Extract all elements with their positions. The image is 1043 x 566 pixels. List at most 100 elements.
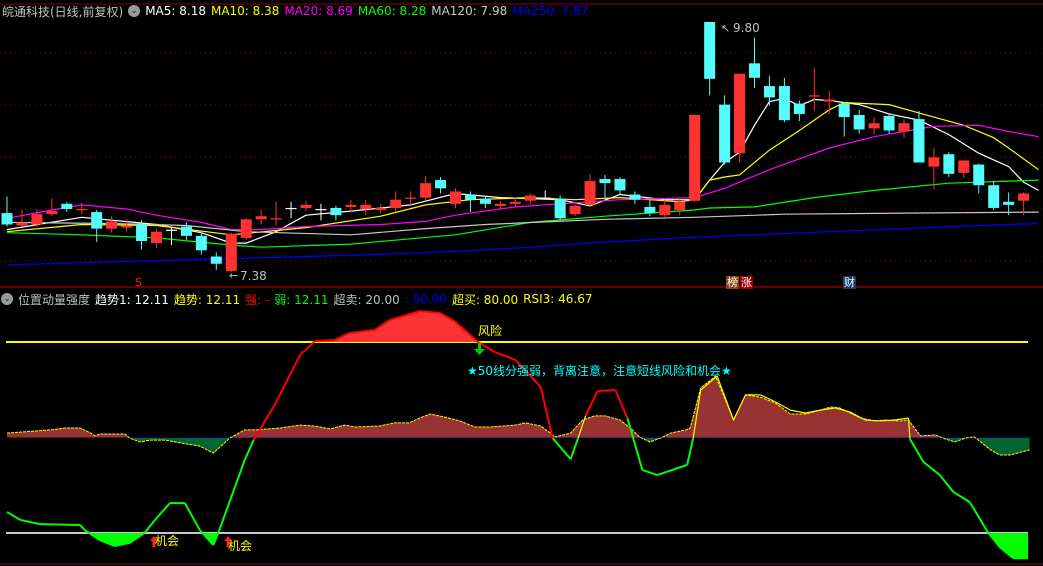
- ma20-line: [6, 124, 1039, 231]
- candle-body: [106, 221, 118, 229]
- candle: [494, 200, 506, 209]
- candle-body: [853, 114, 865, 130]
- trend-segment: [584, 390, 599, 417]
- rsi3-value: RSI3: 46.67: [523, 292, 593, 306]
- candle-body: [554, 198, 566, 219]
- chart-canvas[interactable]: 9.80 ↖ ← 7.38 S 风险 ★50线分强弱，背离注意，注意短线风险和机…: [0, 0, 1043, 566]
- ma60-value: MA60: 8.28: [357, 4, 427, 18]
- candle-body: [778, 86, 790, 121]
- trend-segment: [551, 437, 572, 460]
- candle: [749, 37, 760, 89]
- candle-body: [719, 104, 731, 163]
- chevron-down-icon[interactable]: ⌄: [128, 5, 141, 17]
- candle-body: [584, 181, 596, 205]
- trend-value: 趋势: 12.11: [173, 292, 241, 307]
- chevron-down-icon[interactable]: ⌄: [1, 293, 13, 305]
- candle-body: [629, 194, 641, 200]
- candle: [913, 110, 925, 163]
- candle-body: [599, 179, 611, 184]
- trend-segment: [968, 501, 989, 533]
- candle-body: [405, 197, 417, 199]
- indicator-plot: [6, 310, 1030, 560]
- mid-value: : 50.00: [404, 292, 447, 306]
- candle: [689, 113, 701, 202]
- candle-body: [240, 219, 252, 238]
- oversold-value: 超卖: 20.00: [333, 292, 400, 307]
- candle: [300, 200, 312, 212]
- candle: [868, 117, 880, 135]
- sell-signal-s: S: [135, 276, 142, 289]
- trend-segment: [154, 502, 171, 521]
- candle-body: [808, 95, 820, 97]
- candle-body: [390, 199, 402, 208]
- candle: [240, 218, 252, 240]
- candle: [435, 176, 447, 194]
- tag-zhang[interactable]: 涨: [740, 276, 753, 289]
- candle: [61, 201, 73, 213]
- trend-segment: [6, 511, 21, 521]
- candle-body: [883, 116, 895, 131]
- candle: [734, 73, 746, 163]
- candle: [330, 205, 342, 221]
- high-price-label: 9.80: [733, 21, 760, 35]
- trend1-value: 趋势1: 12.11: [95, 292, 169, 307]
- trend-segment: [569, 437, 580, 460]
- candle-body: [180, 226, 192, 236]
- rsi3-area-negative: [7, 437, 1030, 455]
- candle-body: [868, 123, 880, 129]
- trend-segment: [20, 518, 41, 526]
- candle-body: [195, 235, 207, 251]
- trend-segment: [218, 459, 246, 531]
- candle-body: [31, 214, 43, 225]
- ma120-value: MA120: 7.98: [431, 4, 508, 18]
- candle-body: [464, 194, 476, 200]
- price-legend: 皖通科技(日线,前复权) ⌄ MA5: 8.18 MA10: 8.38 MA20…: [0, 2, 593, 20]
- candlesticks: [1, 22, 1030, 273]
- ma250-line: [6, 222, 1039, 266]
- rsi3-area-positive: [7, 376, 1030, 438]
- candle-body: [285, 207, 297, 210]
- tag-cai[interactable]: 财: [843, 276, 856, 289]
- high-arrow-icon: ↖: [721, 22, 730, 35]
- candle: [195, 231, 207, 255]
- candle: [225, 232, 237, 273]
- candle-body: [91, 212, 103, 229]
- trend-segment: [184, 502, 201, 531]
- tag-bang[interactable]: 榜: [726, 276, 739, 289]
- candle: [210, 252, 222, 270]
- candle: [315, 203, 327, 221]
- strong-value: 强: -: [245, 292, 270, 307]
- candle: [479, 195, 491, 208]
- candle-body: [659, 204, 671, 216]
- candle-body: [315, 208, 327, 211]
- stock-title: 皖通科技(日线,前复权): [2, 4, 124, 19]
- risk-label: 风险: [478, 323, 502, 338]
- trend-segment: [686, 437, 695, 466]
- candle: [853, 109, 865, 134]
- candle-body: [165, 229, 177, 231]
- candle: [1, 196, 13, 227]
- candle: [16, 210, 28, 227]
- candle: [973, 163, 985, 194]
- candle-body: [823, 99, 835, 102]
- candle: [614, 176, 626, 195]
- candle-body: [494, 203, 506, 206]
- candle-body: [330, 207, 342, 216]
- candle-body: [988, 185, 1000, 208]
- candle: [151, 228, 162, 249]
- candle-body: [151, 231, 162, 244]
- candle-body: [898, 123, 910, 132]
- candle: [91, 210, 103, 243]
- ma5-value: MA5: 8.18: [145, 4, 206, 18]
- opportunity-label-1: 机会: [155, 534, 179, 548]
- weak-value: 弱: 12.11: [274, 292, 329, 307]
- trend-segment: [597, 389, 616, 393]
- candle: [838, 102, 850, 137]
- trend-segment: [790, 409, 806, 414]
- overbought-value: 超买: 80.00: [451, 292, 519, 307]
- candle: [46, 198, 58, 217]
- trend-segment: [952, 491, 971, 503]
- candle-body: [958, 160, 970, 173]
- ma10-value: MA10: 8.38: [210, 4, 280, 18]
- candle-body: [16, 222, 28, 226]
